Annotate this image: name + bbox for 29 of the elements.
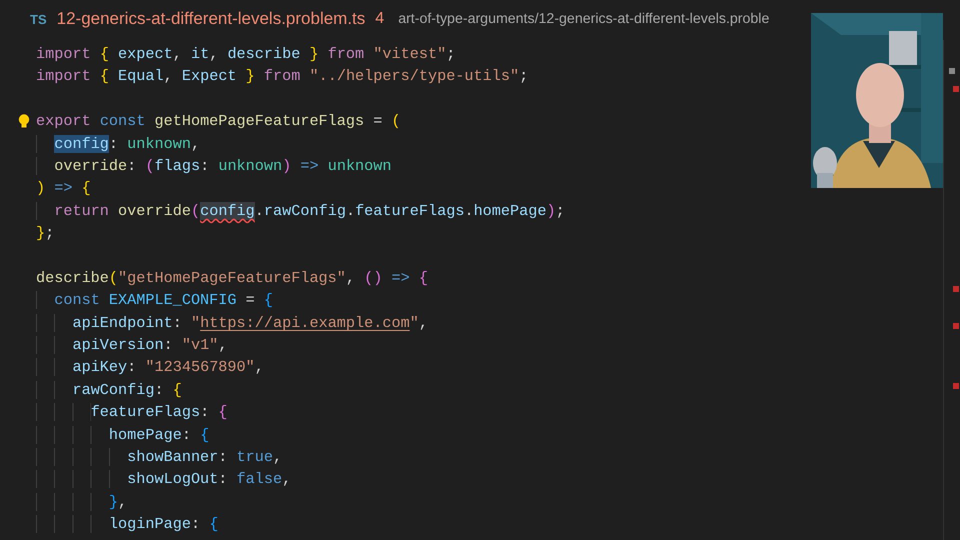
file-tab[interactable]: 12-generics-at-different-levels.problem.ts <box>52 9 370 29</box>
code-line: showLogOut: false, <box>36 468 292 491</box>
ruler-marker <box>949 68 955 74</box>
code-line: apiVersion: "v1", <box>36 334 228 356</box>
code-line: showBanner: true, <box>36 446 282 468</box>
code-line: return override(config.rawConfig.featureFlags.homePage); <box>36 200 565 222</box>
breadcrumb[interactable]: art-of-type-arguments/12-generics-at-different-levels.proble <box>398 11 770 27</box>
ruler-marker <box>953 286 959 292</box>
code-line: export const getHomePageFeatureFlags = ( <box>36 111 401 132</box>
code-line: rawConfig: { <box>36 378 182 402</box>
ruler-marker <box>953 383 959 389</box>
problem-count: 4 <box>375 10 384 28</box>
lightbulb-icon[interactable] <box>18 114 30 129</box>
code-line: homePage: { <box>36 424 210 446</box>
code-line: loginPage: { <box>36 513 218 536</box>
code-line: import { expect, it, describe } from "vitest"; <box>36 44 456 65</box>
code-line: }; <box>36 223 54 244</box>
code-line: const EXAMPLE_CONFIG = { <box>36 289 273 312</box>
code-line: config: unknown, <box>36 132 200 155</box>
file-type-label: TS <box>30 12 47 26</box>
ruler-marker <box>953 86 959 92</box>
ruler-marker <box>953 323 959 329</box>
code-line: apiKey: "1234567890", <box>36 356 264 379</box>
code-line: featureFlags: { <box>36 401 228 424</box>
code-line: apiEndpoint: "https://api.example.com", <box>36 312 428 334</box>
code-line: override: (flags: unknown) => unknown <box>36 154 392 178</box>
code-line: import { Equal, Expect } from "../helpers/type-utils"; <box>36 66 528 88</box>
code-line: describe("getHomePageFeatureFlags", () => { <box>36 268 428 289</box>
code-line: ) => { <box>36 178 91 200</box>
